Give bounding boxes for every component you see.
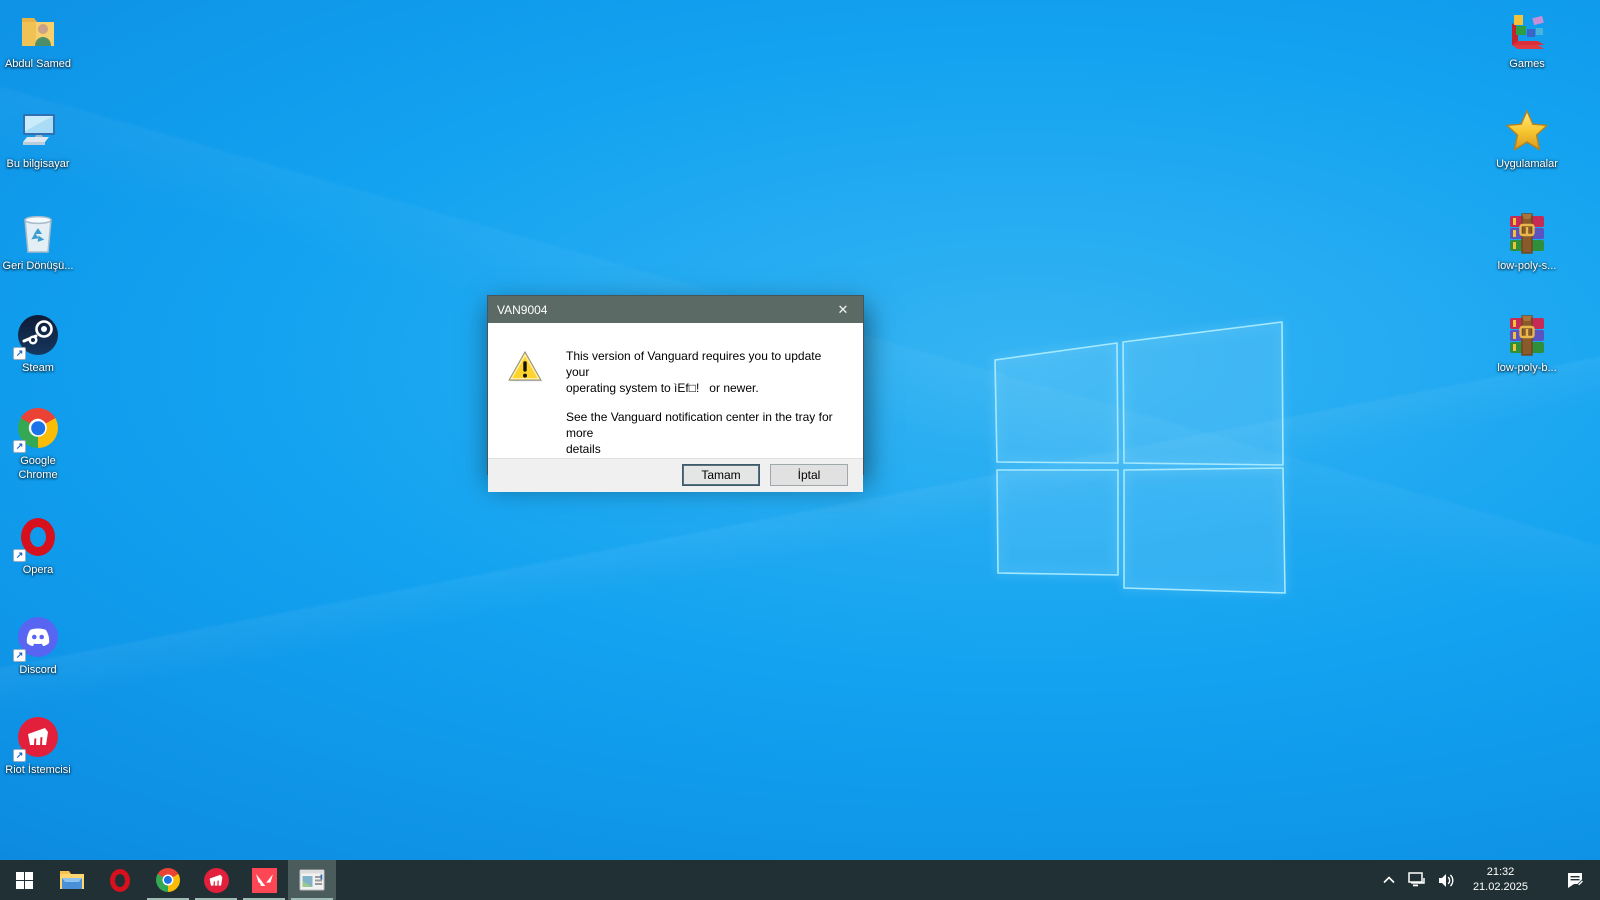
user-folder-icon bbox=[15, 8, 61, 54]
dialog-footer: Tamam İptal bbox=[488, 457, 863, 492]
tray-time: 21:32 bbox=[1486, 866, 1515, 879]
chrome-icon: ↗ bbox=[13, 405, 61, 453]
ok-button[interactable]: Tamam bbox=[682, 464, 760, 487]
dialog-title: VAN9004 bbox=[497, 302, 548, 317]
desktop-icon-recycle-bin[interactable]: Geri Dönüşü... bbox=[0, 210, 76, 274]
taskbar-van9004-window[interactable] bbox=[288, 860, 336, 900]
chrome-icon bbox=[156, 868, 180, 892]
desktop-icon-label: Opera bbox=[22, 564, 54, 576]
shortcut-arrow-icon: ↗ bbox=[13, 749, 26, 762]
message-line: operating system to ìEf□! or newer. bbox=[566, 380, 759, 395]
taskbar-opera[interactable] bbox=[96, 860, 144, 900]
desktop-icon-steam[interactable]: ↗ Steam bbox=[0, 312, 76, 376]
shortcut-arrow-icon: ↗ bbox=[13, 440, 26, 453]
start-button[interactable] bbox=[0, 860, 48, 900]
taskbar: 21:32 21.02.2025 bbox=[0, 860, 1600, 900]
desktop-icon-uygulamalar[interactable]: Uygulamalar bbox=[1489, 108, 1565, 172]
riot-fist-icon: ↗ bbox=[13, 714, 61, 762]
desktop-icon-label: Bu bilgisayar bbox=[6, 158, 70, 170]
van9004-dialog: VAN9004 ✕ This version of Vanguard requi… bbox=[487, 295, 864, 492]
tray-chevron-up-icon[interactable] bbox=[1378, 860, 1400, 900]
opera-icon bbox=[110, 868, 130, 892]
wallpaper-windows-logo bbox=[994, 321, 1286, 594]
shortcut-arrow-icon: ↗ bbox=[13, 549, 26, 562]
desktop-icon-label: low-poly-b... bbox=[1497, 362, 1557, 374]
tray-date: 21.02.2025 bbox=[1472, 881, 1528, 893]
taskbar-riot-client[interactable] bbox=[192, 860, 240, 900]
taskbar-valorant[interactable] bbox=[240, 860, 288, 900]
desktop-icon-winrar-2[interactable]: low-poly-b... bbox=[1489, 312, 1565, 376]
desktop-icon-this-pc[interactable]: Bu bilgisayar bbox=[0, 108, 76, 172]
message-window-icon bbox=[299, 869, 325, 891]
desktop-icon-label: Google Chrome bbox=[18, 455, 58, 481]
taskbar-empty-area bbox=[336, 860, 1378, 900]
desktop-icon-label: low-poly-s... bbox=[1497, 260, 1557, 272]
desktop-icon-label: Discord bbox=[19, 664, 57, 676]
cancel-button[interactable]: İptal bbox=[770, 464, 848, 487]
opera-icon: ↗ bbox=[13, 514, 61, 562]
action-center-icon[interactable] bbox=[1564, 860, 1586, 900]
dialog-message: This version of Vanguard requires you to… bbox=[566, 349, 841, 458]
taskbar-file-explorer[interactable] bbox=[48, 860, 96, 900]
desktop-icon-user-folder[interactable]: Abdul Samed bbox=[0, 8, 76, 72]
desktop-icon-discord[interactable]: ↗ Discord bbox=[0, 614, 76, 678]
windows-logo-icon bbox=[15, 871, 33, 889]
message-line: details bbox=[566, 441, 601, 456]
desktop-icon-riot-client[interactable]: ↗ Riot İstemcisi bbox=[0, 714, 76, 778]
tray-network-icon[interactable] bbox=[1407, 860, 1429, 900]
message-line: See the Vanguard notification center in … bbox=[566, 409, 836, 440]
recycle-bin-icon bbox=[15, 210, 61, 256]
desktop-icon-label: Steam bbox=[22, 362, 54, 374]
riot-fist-icon bbox=[203, 867, 229, 893]
star-icon bbox=[1504, 108, 1550, 154]
winrar-archive-icon bbox=[1504, 312, 1550, 358]
tray-clock[interactable]: 21:32 21.02.2025 bbox=[1465, 865, 1536, 895]
close-icon[interactable]: ✕ bbox=[823, 296, 863, 323]
tray-volume-icon[interactable] bbox=[1436, 860, 1458, 900]
taskbar-chrome[interactable] bbox=[144, 860, 192, 900]
desktop-icon-label: Riot İstemcisi bbox=[5, 764, 71, 776]
desktop-icon-label: Abdul Samed bbox=[4, 58, 72, 70]
warning-icon bbox=[508, 350, 542, 382]
desktop-icon-chrome[interactable]: ↗ Google Chrome bbox=[0, 405, 76, 483]
desktop-icon-label: Uygulamalar bbox=[1496, 158, 1558, 170]
desktop-icon-games[interactable]: Games bbox=[1489, 8, 1565, 72]
desktop-icon-label: Geri Dönüşü... bbox=[2, 260, 74, 272]
discord-icon: ↗ bbox=[13, 614, 61, 662]
file-explorer-icon bbox=[60, 871, 84, 889]
desktop-icon-opera[interactable]: ↗ Opera bbox=[0, 514, 76, 578]
message-line: This version of Vanguard requires you to… bbox=[566, 349, 825, 379]
desktop-icon-winrar-1[interactable]: low-poly-s... bbox=[1489, 210, 1565, 274]
games-folder-icon bbox=[1504, 8, 1550, 54]
this-pc-icon bbox=[15, 108, 61, 154]
dialog-body: This version of Vanguard requires you to… bbox=[488, 323, 863, 458]
system-tray: 21:32 21.02.2025 bbox=[1378, 860, 1600, 900]
valorant-icon bbox=[251, 867, 277, 893]
shortcut-arrow-icon: ↗ bbox=[13, 649, 26, 662]
desktop-icon-label: Games bbox=[1509, 58, 1545, 70]
shortcut-arrow-icon: ↗ bbox=[13, 347, 26, 360]
winrar-archive-icon bbox=[1504, 210, 1550, 256]
steam-icon: ↗ bbox=[13, 312, 61, 360]
dialog-titlebar[interactable]: VAN9004 ✕ bbox=[488, 296, 863, 323]
